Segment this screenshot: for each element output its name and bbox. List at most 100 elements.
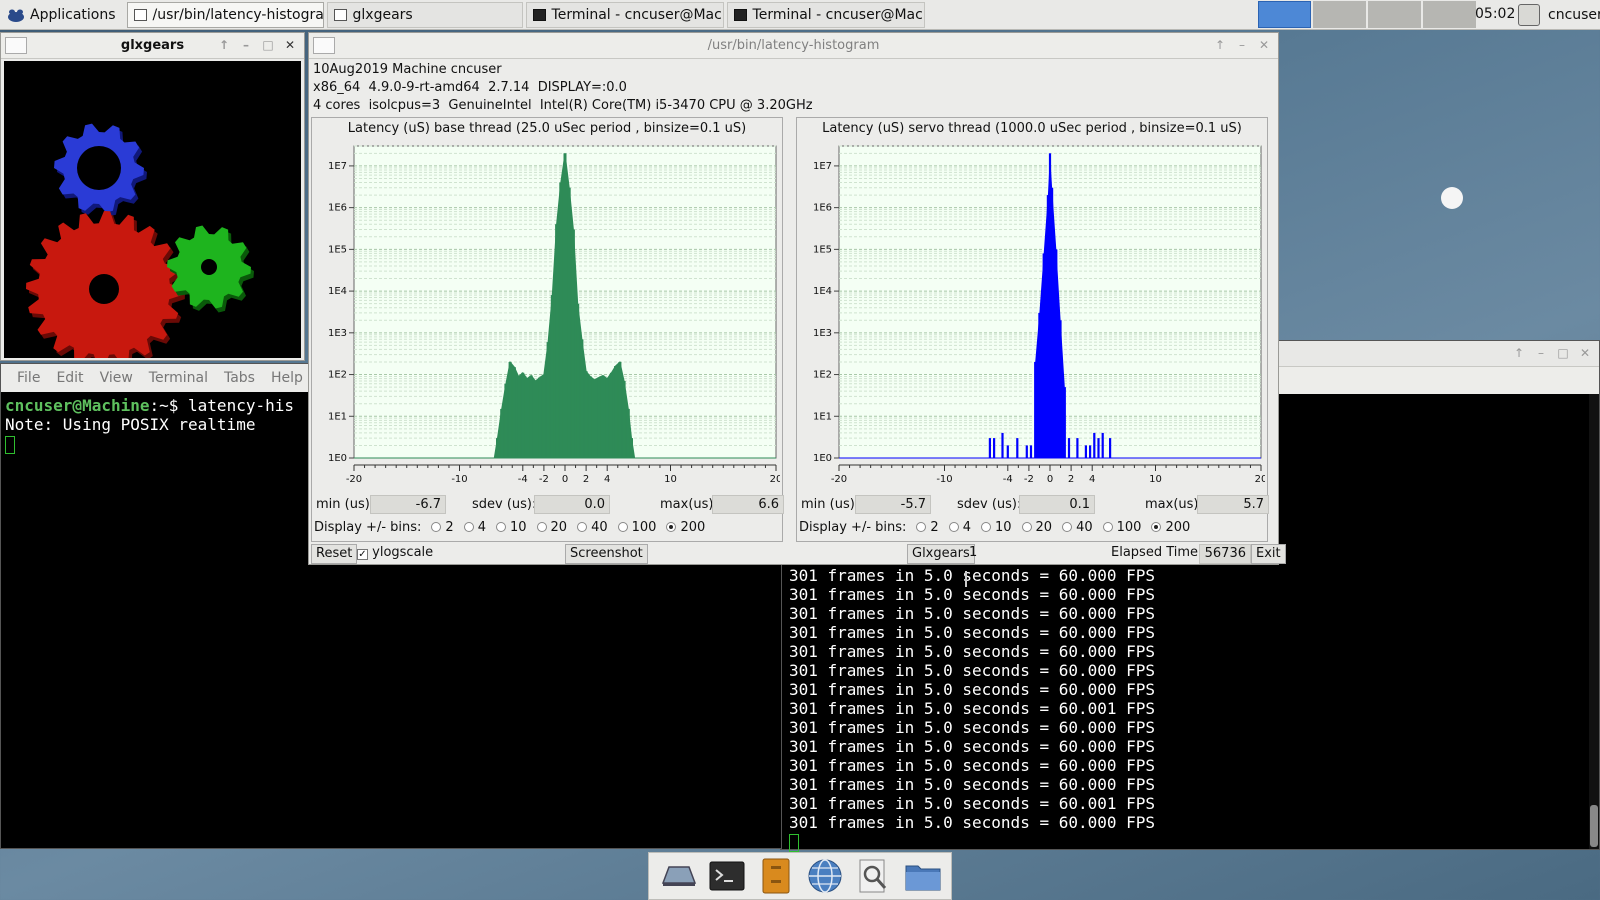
fps-output-line: 301 frames in 5.0 seconds = 60.000 FPS	[789, 737, 1156, 756]
terminal-icon[interactable]	[708, 857, 746, 895]
clock[interactable]: 05:02	[1475, 6, 1515, 22]
workspace-4[interactable]	[1423, 1, 1476, 28]
close-icon[interactable]: ✕	[1577, 345, 1593, 361]
task-terminal-1[interactable]: Terminal - cncuser@Mac...	[525, 1, 724, 28]
histogram-bar	[525, 378, 529, 458]
window-menu-icon[interactable]	[5, 37, 27, 54]
bottom-dock	[648, 852, 952, 900]
maximize-icon[interactable]: □	[260, 37, 276, 53]
y-tick-label: 1E7	[328, 161, 347, 172]
histogram-bar	[622, 381, 626, 458]
menu-view[interactable]: View	[92, 370, 141, 386]
applications-menu-button[interactable]: Applications	[0, 0, 124, 30]
workspace-2[interactable]	[1313, 1, 1366, 28]
workspace-1[interactable]	[1258, 1, 1311, 28]
servo-bins-selector: Display +/- bins: 2 4 10 20 40 100 200	[799, 517, 1190, 537]
stick-icon[interactable]: ↑	[1212, 37, 1228, 53]
histogram-bar	[1025, 445, 1028, 458]
minimize-icon[interactable]: –	[238, 37, 254, 53]
x-tick-label: -20	[831, 474, 847, 485]
menu-edit[interactable]: Edit	[48, 370, 91, 386]
histogram-bar	[1029, 445, 1033, 458]
bins-option-10[interactable]: 10	[495, 519, 527, 535]
x-tick-label: 0	[562, 474, 568, 485]
bins-option-200[interactable]: 200	[1151, 520, 1190, 535]
bins-label: Display +/- bins:	[314, 519, 422, 535]
x-tick-label: 4	[1089, 474, 1095, 485]
minimize-icon[interactable]: –	[1234, 37, 1250, 53]
radio-icon	[1021, 522, 1032, 532]
maximize-icon[interactable]: □	[1555, 345, 1571, 361]
scrollbar-thumb[interactable]	[1590, 805, 1598, 847]
y-tick-label: 1E6	[328, 203, 347, 214]
terminal-scrollbar[interactable]	[1589, 394, 1599, 849]
user-icon	[1518, 4, 1540, 26]
histogram-bar	[567, 187, 571, 458]
bins-option-label: 10	[509, 519, 527, 535]
bins-option-20[interactable]: 20	[1021, 520, 1052, 535]
bins-option-2[interactable]: 2	[431, 520, 454, 535]
fps-output-line: 301 frames in 5.0 seconds = 60.000 FPS	[789, 775, 1156, 794]
menu-terminal[interactable]: Terminal	[141, 370, 216, 386]
reset-button[interactable]: Reset	[311, 544, 358, 564]
histogram-bar	[626, 408, 630, 458]
bins-option-4[interactable]: 4	[463, 520, 486, 535]
exit-button[interactable]: Exit	[1251, 544, 1286, 564]
histogram-bar	[601, 375, 605, 458]
bins-option-200[interactable]: 200	[666, 520, 705, 535]
ylogscale-checkbox[interactable]: ✓ ylogscale	[357, 545, 433, 560]
task-glxgears[interactable]: glxgears	[326, 1, 523, 28]
show-desktop-icon[interactable]	[659, 857, 697, 895]
bins-option-20[interactable]: 20	[536, 519, 568, 535]
menu-file[interactable]: File	[9, 370, 48, 386]
histogram-bar	[609, 372, 613, 458]
bins-option-100[interactable]: 100	[1102, 520, 1141, 535]
user-menu[interactable]: cncuser	[1518, 0, 1600, 30]
bins-option-label: 20	[550, 519, 568, 535]
radio-icon	[463, 522, 474, 532]
task-latency-histogram[interactable]: /usr/bin/latency-histogram	[126, 1, 324, 28]
close-icon[interactable]: ✕	[1256, 37, 1272, 53]
app-finder-icon[interactable]	[855, 857, 893, 895]
bins-option-100[interactable]: 100	[617, 520, 656, 535]
glxgears-canvas[interactable]	[4, 61, 301, 371]
histogram-bar	[1067, 438, 1071, 458]
minimize-icon[interactable]: –	[1533, 345, 1549, 361]
y-tick-label: 1E0	[813, 453, 832, 464]
close-icon[interactable]: ✕	[282, 37, 298, 53]
servo-max-value: 5.7	[1197, 495, 1269, 514]
window-menu-icon[interactable]	[313, 37, 335, 54]
y-tick-label: 1E0	[328, 453, 347, 464]
bins-option-10[interactable]: 10	[980, 520, 1012, 535]
base-thread-panel: Latency (uS) base thread (25.0 uSec peri…	[311, 117, 784, 542]
window-title: /usr/bin/latency-histogram	[707, 38, 880, 53]
terminal-output: 301 frames in 5.0 seconds = 60.000 FPS 30…	[785, 566, 1155, 852]
histogram-bar	[517, 376, 521, 458]
latency-title-bar[interactable]: /usr/bin/latency-histogram ↑ – ✕	[309, 33, 1278, 59]
bins-option-2[interactable]: 2	[916, 520, 939, 535]
x-tick-label: 10	[664, 474, 677, 485]
bins-option-40[interactable]: 40	[1062, 520, 1093, 535]
glxgears-title-bar[interactable]: glxgears ↑ – □ ✕	[1, 33, 304, 59]
histogram-bar	[580, 339, 584, 458]
bins-option-40[interactable]: 40	[577, 520, 608, 535]
bins-option-4[interactable]: 4	[948, 520, 971, 535]
task-terminal-2[interactable]: Terminal - cncuser@Mac...	[726, 1, 925, 28]
web-browser-icon[interactable]	[806, 857, 844, 895]
servo-stats: min (us) -5.7 sdev (us): 0.1 max(us) 5.7	[799, 495, 1269, 515]
file-manager-icon[interactable]	[757, 857, 795, 895]
bins-option-label: 200	[1165, 519, 1191, 535]
base-stats: min (us) -6.7 sdev (us): 0.0 max(us) 6.6	[314, 495, 784, 515]
histogram-bar	[550, 295, 554, 458]
glxgears-button[interactable]: Glxgears	[907, 544, 975, 564]
screenshot-button[interactable]: Screenshot	[565, 544, 648, 564]
menu-tabs[interactable]: Tabs	[216, 370, 263, 386]
radio-icon	[495, 522, 506, 532]
stick-icon[interactable]: ↑	[1511, 345, 1527, 361]
stick-icon[interactable]: ↑	[216, 37, 232, 53]
menu-help[interactable]: Help	[263, 370, 311, 386]
system-info: 10Aug2019 Machine cncuser x86_64 4.9.0-9-…	[309, 59, 1278, 115]
workspace-3[interactable]	[1368, 1, 1421, 28]
task-label: Terminal - cncuser@Mac...	[551, 6, 724, 23]
folder-icon[interactable]	[904, 857, 942, 895]
